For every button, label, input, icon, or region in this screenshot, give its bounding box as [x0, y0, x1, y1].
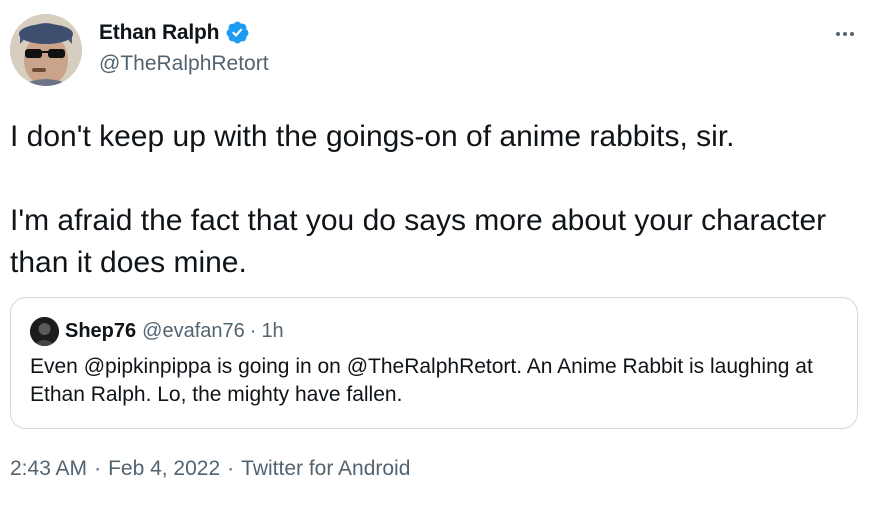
quoted-tweet[interactable]: Shep76 @evafan76 · 1h Even @pipkinpippa …: [10, 297, 858, 429]
quoted-author-avatar: [30, 317, 59, 346]
more-options-icon[interactable]: [832, 24, 858, 44]
tweet-paragraph: I'm afraid the fact that you do says mor…: [10, 204, 827, 279]
tweet-date[interactable]: Feb 4, 2022: [108, 457, 220, 481]
verified-badge-icon: [225, 20, 250, 45]
author-handle[interactable]: @TheRalphRetort: [99, 52, 269, 76]
tweet-source[interactable]: Twitter for Android: [241, 457, 410, 481]
meta-separator: ·: [94, 457, 102, 480]
tweet-paragraph: I don't keep up with the goings-on of an…: [10, 120, 735, 153]
tweet-text: I don't keep up with the goings-on of an…: [10, 116, 860, 284]
tweet-time[interactable]: 2:43 AM: [10, 457, 87, 481]
quoted-display-name: Shep76: [65, 320, 137, 342]
meta-separator: ·: [227, 457, 235, 480]
quoted-handle: @evafan76: [142, 320, 245, 342]
quoted-time: 1h: [261, 320, 284, 342]
author-display-name[interactable]: Ethan Ralph: [99, 21, 220, 45]
tweet-meta: 2:43 AM · Feb 4, 2022 · Twitter for Andr…: [10, 457, 410, 481]
quoted-separator: ·: [249, 320, 257, 342]
author-avatar[interactable]: [10, 14, 82, 86]
quoted-text: Even @pipkinpippa is going in on @TheRal…: [30, 355, 813, 406]
